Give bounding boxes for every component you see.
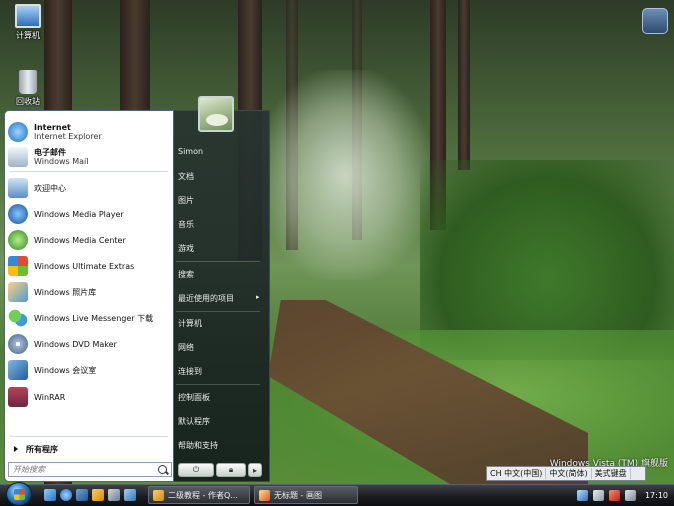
- desktop-icon-label: 计算机: [16, 31, 40, 40]
- program-label: Windows Media Player: [34, 209, 124, 219]
- pinned-title: Internet: [34, 123, 71, 132]
- program-label: 欢迎中心: [34, 183, 66, 193]
- user-picture[interactable]: [198, 96, 234, 132]
- media-icon[interactable]: [108, 489, 120, 501]
- chevron-right-icon: ▸: [256, 293, 260, 301]
- menu-separator: [10, 171, 168, 172]
- dvd-maker-icon: [8, 334, 28, 354]
- program-meeting-space[interactable]: Windows 会议室: [8, 358, 170, 382]
- ultimate-extras-icon: [8, 256, 28, 276]
- program-label: Windows 会议室: [34, 365, 97, 375]
- program-label: Windows Media Center: [34, 235, 126, 245]
- show-desktop-icon[interactable]: [44, 489, 56, 501]
- windows-mail-icon: [8, 147, 28, 167]
- computer-icon: [15, 4, 41, 28]
- winrar-icon: [8, 387, 28, 407]
- search-icon: [158, 465, 167, 474]
- program-winrar[interactable]: WinRAR: [8, 385, 170, 409]
- paint-icon: [259, 489, 270, 501]
- pinned-email[interactable]: 电子邮件 Windows Mail: [8, 145, 170, 169]
- places-connect-to[interactable]: 连接到: [178, 366, 202, 377]
- sleep-button[interactable]: ⏻: [178, 463, 214, 477]
- switch-windows-icon[interactable]: [76, 489, 88, 501]
- places-search[interactable]: 搜索: [178, 269, 194, 280]
- desktop-icon-computer[interactable]: 计算机: [4, 4, 52, 41]
- program-label: WinRAR: [34, 392, 66, 402]
- taskbar-clock[interactable]: 17:10: [645, 491, 668, 500]
- internet-explorer-icon: [8, 122, 28, 142]
- places-music[interactable]: 音乐: [178, 219, 194, 230]
- program-media-center[interactable]: Windows Media Center: [8, 228, 170, 252]
- volume-icon[interactable]: [624, 490, 636, 501]
- forest-fog: [260, 70, 430, 280]
- media-player-icon: [8, 204, 28, 224]
- internet-explorer-icon[interactable]: [60, 489, 72, 501]
- language-icon[interactable]: [592, 490, 604, 501]
- folder-icon: [153, 489, 164, 501]
- search-placeholder: 开始搜索: [13, 465, 45, 474]
- pinned-internet[interactable]: Internet Internet Explorer: [8, 120, 170, 144]
- pinned-subtitle: Internet Explorer: [34, 132, 102, 141]
- folder-icon[interactable]: [92, 489, 104, 501]
- program-label: Windows Live Messenger 下载: [34, 313, 154, 323]
- program-messenger[interactable]: Windows Live Messenger 下载: [8, 306, 170, 330]
- monitor-icon[interactable]: [124, 489, 136, 501]
- taskbar-window-button[interactable]: 二级教程 - 作者Q...: [148, 486, 250, 504]
- program-dvd-maker[interactable]: Windows DVD Maker: [8, 332, 170, 356]
- menu-separator: [176, 311, 260, 312]
- desktop-icon-label: 回收站: [16, 97, 40, 106]
- language-item[interactable]: CH 中文(中国): [487, 468, 547, 479]
- language-bar[interactable]: CH 中文(中国) 中文(简体) 美式键盘: [486, 466, 646, 481]
- meeting-space-icon: [8, 360, 28, 380]
- language-item[interactable]: 美式键盘: [592, 468, 631, 479]
- places-control-panel[interactable]: 控制面板: [178, 392, 210, 403]
- places-computer[interactable]: 计算机: [178, 318, 202, 329]
- menu-separator: [10, 436, 168, 437]
- start-search-input[interactable]: 开始搜索: [8, 462, 172, 477]
- sidebar-gadget-icon[interactable]: [642, 8, 668, 34]
- desktop-icon-recycle-bin[interactable]: 回收站: [4, 70, 52, 107]
- program-label: Windows DVD Maker: [34, 339, 117, 349]
- program-label: Windows Ultimate Extras: [34, 261, 135, 271]
- start-button[interactable]: [6, 482, 32, 506]
- task-label: 二级教程 - 作者Q...: [168, 490, 238, 500]
- power-options-button[interactable]: ▸: [248, 463, 262, 477]
- program-label: Windows 照片库: [34, 287, 97, 297]
- all-programs-label: 所有程序: [26, 444, 58, 454]
- photo-gallery-icon: [8, 282, 28, 302]
- pinned-subtitle: Windows Mail: [34, 157, 89, 166]
- menu-separator: [176, 261, 260, 262]
- media-center-icon: [8, 230, 28, 250]
- lock-icon: 🔒︎: [228, 465, 234, 474]
- places-network[interactable]: 网络: [178, 342, 194, 353]
- program-welcome-center[interactable]: 欢迎中心: [8, 176, 170, 200]
- welcome-center-icon: [8, 178, 28, 198]
- places-games[interactable]: 游戏: [178, 243, 194, 254]
- tree-trunk: [458, 0, 470, 170]
- power-icon: ⏻: [192, 465, 200, 474]
- places-recent-items[interactable]: 最近使用的项目: [178, 293, 234, 304]
- places-documents[interactable]: 文档: [178, 171, 194, 182]
- places-pictures[interactable]: 图片: [178, 195, 194, 206]
- program-ultimate-extras[interactable]: Windows Ultimate Extras: [8, 254, 170, 278]
- program-media-player[interactable]: Windows Media Player: [8, 202, 170, 226]
- security-icon[interactable]: [608, 490, 620, 501]
- taskbar-window-button[interactable]: 无标题 - 画图: [254, 486, 358, 504]
- chevron-right-icon: [14, 446, 18, 452]
- all-programs-button[interactable]: 所有程序: [8, 442, 170, 456]
- menu-separator: [176, 384, 260, 385]
- recycle-bin-icon: [19, 70, 37, 94]
- network-icon[interactable]: [576, 490, 588, 501]
- chevron-right-icon: ▸: [252, 465, 257, 475]
- messenger-icon: [8, 308, 28, 328]
- places-default-programs[interactable]: 默认程序: [178, 416, 210, 427]
- lock-button[interactable]: 🔒︎: [216, 463, 246, 477]
- pinned-title: 电子邮件: [34, 148, 66, 157]
- system-tray: 17:10: [538, 485, 674, 506]
- language-item[interactable]: 中文(简体): [546, 468, 592, 479]
- places-help[interactable]: 帮助和支持: [178, 440, 218, 451]
- program-photo-gallery[interactable]: Windows 照片库: [8, 280, 170, 304]
- places-user[interactable]: Simon: [178, 147, 203, 156]
- task-label: 无标题 - 画图: [274, 490, 322, 500]
